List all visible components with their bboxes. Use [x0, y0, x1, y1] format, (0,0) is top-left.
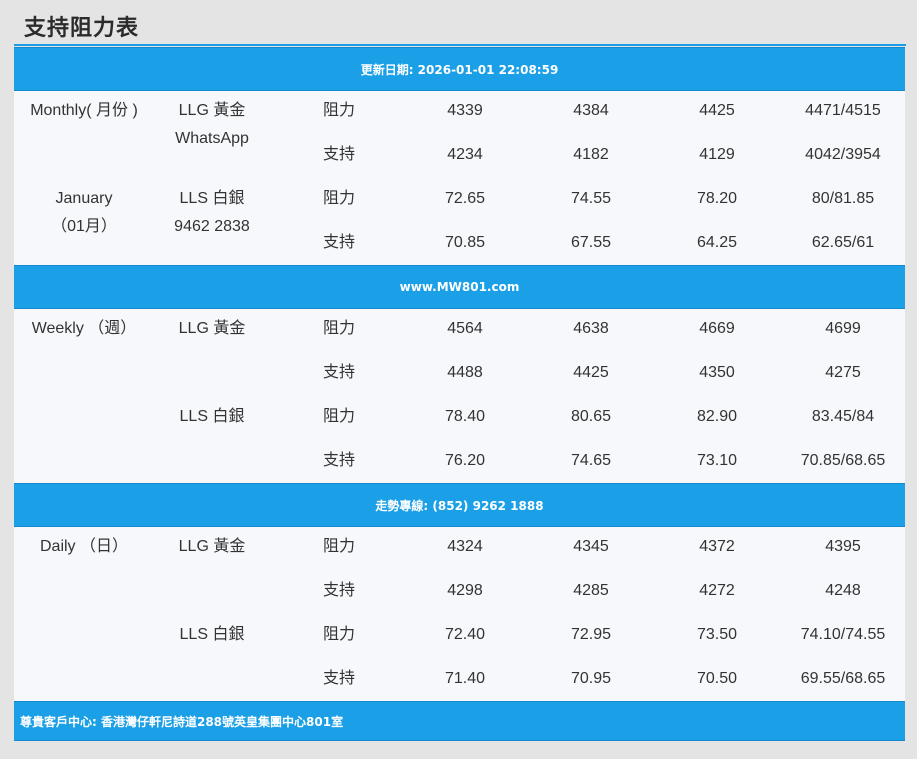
address-text: 尊貴客戶中心: 香港灣仔軒尼詩道288號英皇集團中心801室: [20, 714, 344, 729]
row-type: 支持: [322, 146, 355, 163]
title-divider: [14, 44, 906, 46]
website-bar: www.MW801.com: [14, 265, 905, 309]
monthly-silver-label: LLS 白銀: [179, 190, 245, 207]
level-value: 74.55: [570, 190, 612, 207]
level-value: 4350: [699, 364, 735, 381]
level-value: 64.25: [696, 234, 738, 251]
level-value: 62.65/61: [811, 234, 875, 251]
level-value: 78.20: [696, 190, 738, 207]
level-value: 4425: [573, 364, 609, 381]
row-type: 阻力: [322, 320, 355, 337]
row-type: 阻力: [322, 102, 355, 119]
level-value: 4425: [699, 102, 735, 119]
level-value: 4669: [699, 320, 735, 337]
level-value: 73.10: [696, 452, 738, 469]
daily-silver-label: LLS 白銀: [179, 626, 245, 643]
daily-gold-label: LLG 黃金: [178, 538, 246, 555]
level-value: 4471/4515: [805, 102, 881, 119]
level-value: 4234: [447, 146, 483, 163]
row-type: 阻力: [322, 626, 355, 643]
level-value: 4345: [573, 538, 609, 555]
whatsapp-number: 9462 2838: [174, 218, 250, 235]
level-value: 4324: [447, 538, 483, 555]
address-bar: 尊貴客戶中心: 香港灣仔軒尼詩道288號英皇集團中心801室: [14, 701, 905, 741]
support-resistance-table: 更新日期: 2026-01-01 22:08:59 Monthly( 月份 ) …: [14, 47, 905, 741]
level-value: 4272: [699, 582, 735, 599]
level-value: 4042/3954: [805, 146, 881, 163]
level-value: 4339: [447, 102, 483, 119]
level-value: 76.20: [444, 452, 486, 469]
level-value: 70.85: [444, 234, 486, 251]
page-title: 支持阻力表: [24, 16, 140, 41]
level-value: 4275: [825, 364, 861, 381]
row-type: 阻力: [322, 538, 355, 555]
level-value: 72.65: [444, 190, 486, 207]
level-value: 4182: [573, 146, 609, 163]
level-value: 70.95: [570, 670, 612, 687]
whatsapp-label: WhatsApp: [175, 130, 249, 147]
weekly-label: Weekly （週）: [31, 320, 137, 337]
level-value: 69.55/68.65: [800, 670, 886, 687]
row-type: 支持: [322, 582, 355, 599]
level-value: 74.65: [570, 452, 612, 469]
hotline-bar: 走勢專線: (852) 9262 1888: [14, 483, 905, 527]
level-value: 80.65: [570, 408, 612, 425]
level-value: 4298: [447, 582, 483, 599]
level-value: 4395: [825, 538, 861, 555]
level-value: 4564: [447, 320, 483, 337]
row-type: 支持: [322, 234, 355, 251]
level-value: 70.50: [696, 670, 738, 687]
level-value: 4384: [573, 102, 609, 119]
level-value: 4285: [573, 582, 609, 599]
row-type: 阻力: [322, 408, 355, 425]
level-value: 70.85/68.65: [800, 452, 886, 469]
hotline-text: 走勢專線: (852) 9262 1888: [375, 498, 544, 513]
level-value: 80/81.85: [811, 190, 875, 207]
level-value: 82.90: [696, 408, 738, 425]
level-value: 73.50: [696, 626, 738, 643]
row-type: 支持: [322, 364, 355, 381]
level-value: 72.95: [570, 626, 612, 643]
weekly-gold-label: LLG 黃金: [178, 320, 246, 337]
website-link[interactable]: www.MW801.com: [400, 280, 520, 294]
level-value: 4248: [825, 582, 861, 599]
monthly-label: Monthly( 月份 ): [30, 102, 138, 119]
update-date-bar: 更新日期: 2026-01-01 22:08:59: [14, 47, 905, 91]
level-value: 4638: [573, 320, 609, 337]
level-value: 78.40: [444, 408, 486, 425]
level-value: 72.40: [444, 626, 486, 643]
weekly-silver-label: LLS 白銀: [179, 408, 245, 425]
monthly-month-label: January: [55, 190, 113, 207]
row-type: 阻力: [322, 190, 355, 207]
row-type: 支持: [322, 670, 355, 687]
level-value: 4129: [699, 146, 735, 163]
monthly-gold-label: LLG 黃金: [178, 102, 246, 119]
level-value: 71.40: [444, 670, 486, 687]
level-value: 4699: [825, 320, 861, 337]
level-value: 4372: [699, 538, 735, 555]
level-value: 4488: [447, 364, 483, 381]
row-type: 支持: [322, 452, 355, 469]
update-date-text: 更新日期: 2026-01-01 22:08:59: [360, 62, 559, 77]
level-value: 83.45/84: [811, 408, 875, 425]
daily-label: Daily （日）: [39, 538, 128, 555]
monthly-month-number: （01月）: [51, 218, 117, 235]
level-value: 67.55: [570, 234, 612, 251]
level-value: 74.10/74.55: [800, 626, 886, 643]
